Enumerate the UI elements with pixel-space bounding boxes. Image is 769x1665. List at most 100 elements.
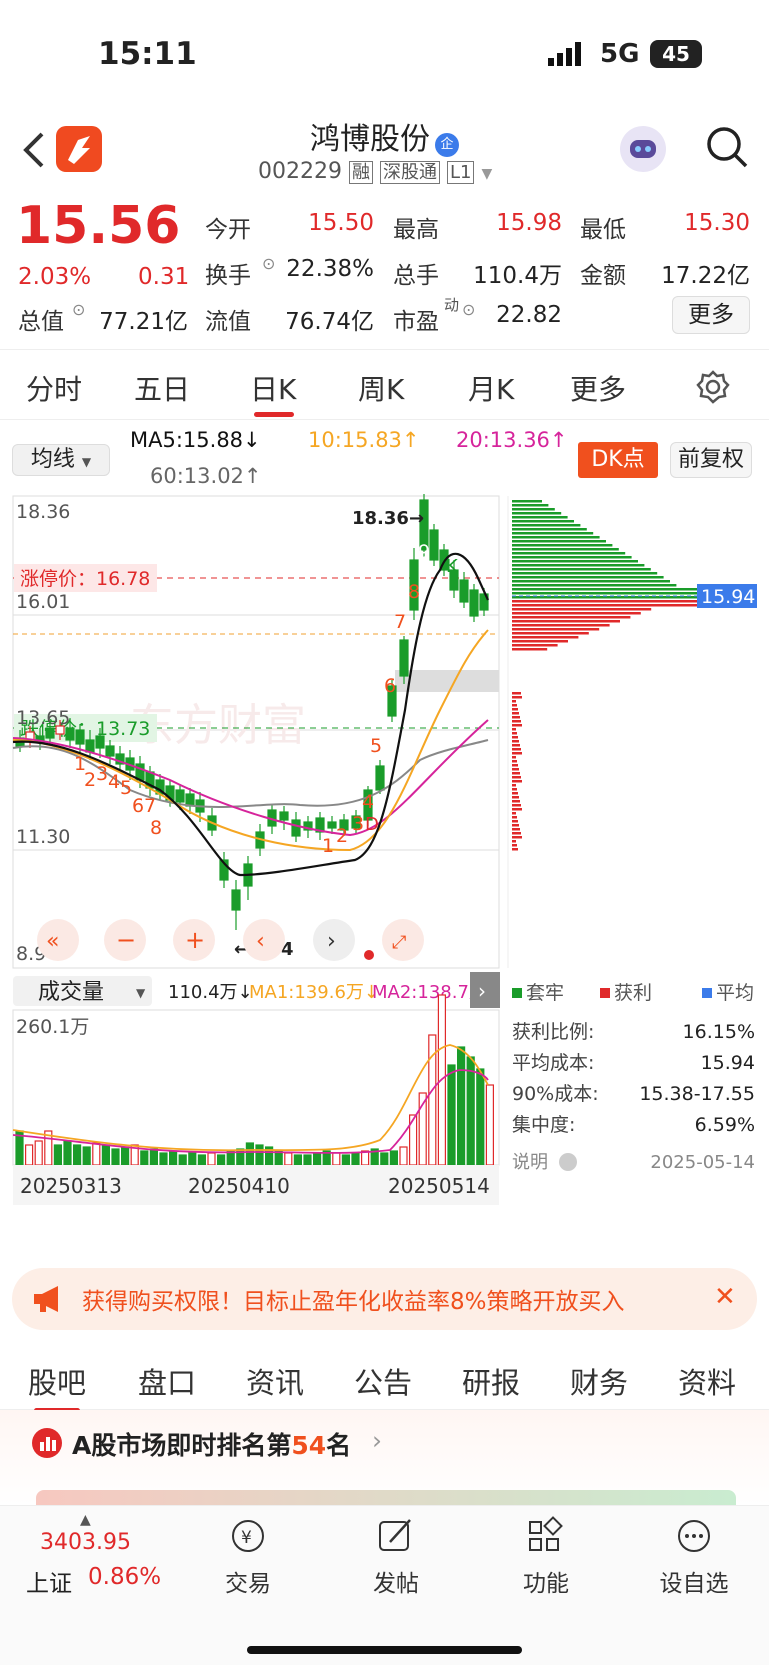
volume-bar — [303, 1154, 312, 1166]
info-icon[interactable]: ⊙ — [462, 300, 475, 319]
volume-bar — [351, 1152, 360, 1166]
volume-bar — [245, 1142, 254, 1166]
tab-five-day[interactable]: 五日 — [134, 368, 190, 408]
volume-bar — [120, 1146, 130, 1166]
limit-up-label: 涨停价：16.78 — [20, 568, 150, 590]
chip-bar — [512, 808, 522, 811]
signal-number-left: 4 — [108, 771, 120, 793]
mcap-value: 77.21亿 — [99, 309, 188, 335]
chip-bar — [512, 624, 610, 627]
tab-daily-k[interactable]: 日K — [250, 368, 296, 408]
volume-bar — [178, 1154, 187, 1166]
signal-number-left: 7 — [144, 795, 156, 817]
chip-bar — [512, 628, 600, 631]
open-label: 今开 — [205, 217, 251, 243]
tab-research[interactable]: 研报 — [462, 1360, 520, 1402]
candle-body — [291, 819, 301, 837]
ma10-label: 10:15.83↑ — [308, 428, 420, 452]
chip-value-90: 15.38-17.55 — [639, 1083, 755, 1105]
candle-body — [327, 821, 337, 829]
chip-value-avg: 15.94 — [701, 1052, 755, 1074]
volume-bar — [207, 1152, 216, 1166]
dk-point-button[interactable]: DK点 — [578, 442, 658, 478]
ma-legend-row: 均线 ▼ MA5:15.88↓ 10:15.83↑ 20:13.36↑ 60:1… — [0, 420, 769, 492]
chip-bar — [512, 776, 521, 779]
tab-announcement[interactable]: 公告 — [354, 1360, 412, 1402]
chip-bar — [512, 840, 516, 843]
chip-bar — [512, 848, 518, 851]
nav-functions[interactable]: 功能 — [486, 1516, 606, 1598]
nav-post[interactable]: 发帖 — [336, 1516, 456, 1598]
pe-value: 22.82 — [496, 302, 562, 328]
chip-bar — [512, 528, 587, 531]
volume-bar — [466, 1056, 475, 1166]
battery-level: 45 — [662, 42, 690, 66]
tab-weekly-k[interactable]: 周K — [358, 368, 404, 408]
market-rank[interactable]: A股市场即时排名第54名 › — [0, 1410, 769, 1505]
chip-bar — [512, 788, 517, 791]
tab-more[interactable]: 更多 — [570, 368, 626, 408]
legend-avg-swatch — [702, 988, 712, 998]
pe-label: 市盈 — [393, 309, 439, 335]
indicator-dot — [364, 950, 374, 960]
chip-bar — [512, 516, 568, 519]
candle-body — [95, 735, 105, 749]
info-icon[interactable]: ⊙ — [262, 254, 275, 273]
index-name[interactable]: 上证 — [26, 1564, 72, 1598]
volume-value: 110.4万↓ — [168, 982, 253, 1003]
index-pct[interactable]: 0.86% — [88, 1564, 161, 1590]
signal-number-right: 1 — [322, 835, 334, 857]
chip-label-profit: 获利比例: — [512, 1021, 594, 1043]
chip-bar — [512, 780, 522, 783]
tab-finance[interactable]: 财务 — [570, 1360, 628, 1402]
minus-icon: − — [116, 926, 136, 954]
candle-body — [469, 589, 479, 617]
more-button[interactable]: 更多 — [672, 296, 750, 334]
chip-note[interactable]: 说明 — [512, 1152, 548, 1173]
tab-news[interactable]: 资讯 — [246, 1360, 304, 1402]
amount-label: 金额 — [580, 263, 626, 289]
promo-banner[interactable]: 获得购买权限！目标止盈年化收益率8%策略开放买入 ✕ — [12, 1268, 757, 1330]
signal-number-right: 6 — [384, 675, 396, 697]
info-icon[interactable]: ⊙ — [72, 300, 85, 319]
tab-monthly-k[interactable]: 月K — [468, 368, 514, 408]
tag-connect: 深股通 — [379, 161, 440, 184]
signal-number-right: 2 — [336, 825, 348, 847]
ma-selector[interactable]: 均线 ▼ — [12, 444, 110, 476]
volume-bar — [341, 1154, 350, 1166]
volume-bar — [25, 1144, 34, 1166]
volume-selector-label: 成交量 — [38, 980, 104, 1005]
volume-bar — [140, 1150, 149, 1166]
adjust-button[interactable]: 前复权 — [670, 442, 752, 478]
stock-code: 002229 融 深股通 L1 ▼ — [258, 159, 493, 184]
search-icon[interactable] — [704, 124, 750, 170]
legend-trapped: 套牢 — [526, 982, 564, 1004]
chip-bar — [512, 756, 516, 759]
kline-svg[interactable]: 东方财富 涨停价：16.78 跌停价：13.73 18.36 16.01 13.… — [0, 490, 769, 1260]
dropdown-icon[interactable]: ▼ — [481, 166, 492, 182]
volume-bar — [284, 1152, 293, 1166]
nav-trade[interactable]: ¥ 交易 — [188, 1516, 308, 1598]
chip-bar — [512, 552, 626, 555]
tab-guba[interactable]: 股吧 — [28, 1360, 86, 1402]
d-mark: D — [365, 814, 379, 835]
date-label-end: 20250514 — [388, 1174, 490, 1198]
price-label-top: 18.36 — [16, 501, 70, 523]
chevron-right-icon: › — [478, 979, 486, 1003]
robot-avatar-icon[interactable] — [620, 126, 666, 172]
chip-bar — [512, 700, 516, 703]
tab-intraday[interactable]: 分时 — [26, 368, 82, 408]
nav-watchlist[interactable]: 设自选 — [634, 1516, 754, 1598]
ma5-label: MA5:15.88↓ — [130, 428, 261, 452]
close-icon[interactable]: ✕ — [714, 1282, 736, 1312]
turnover-label: 换手 — [205, 263, 251, 289]
status-time: 15:11 — [98, 36, 197, 72]
index-value[interactable]: 3403.95 — [40, 1530, 131, 1555]
info-icon[interactable] — [559, 1153, 577, 1171]
tag-margin: 融 — [348, 161, 373, 184]
chip-bar — [512, 740, 519, 743]
tab-pankou[interactable]: 盘口 — [138, 1360, 196, 1402]
settings-icon[interactable] — [696, 370, 730, 404]
nav-post-label: 发帖 — [373, 1571, 419, 1597]
tab-profile[interactable]: 资料 — [678, 1360, 736, 1402]
